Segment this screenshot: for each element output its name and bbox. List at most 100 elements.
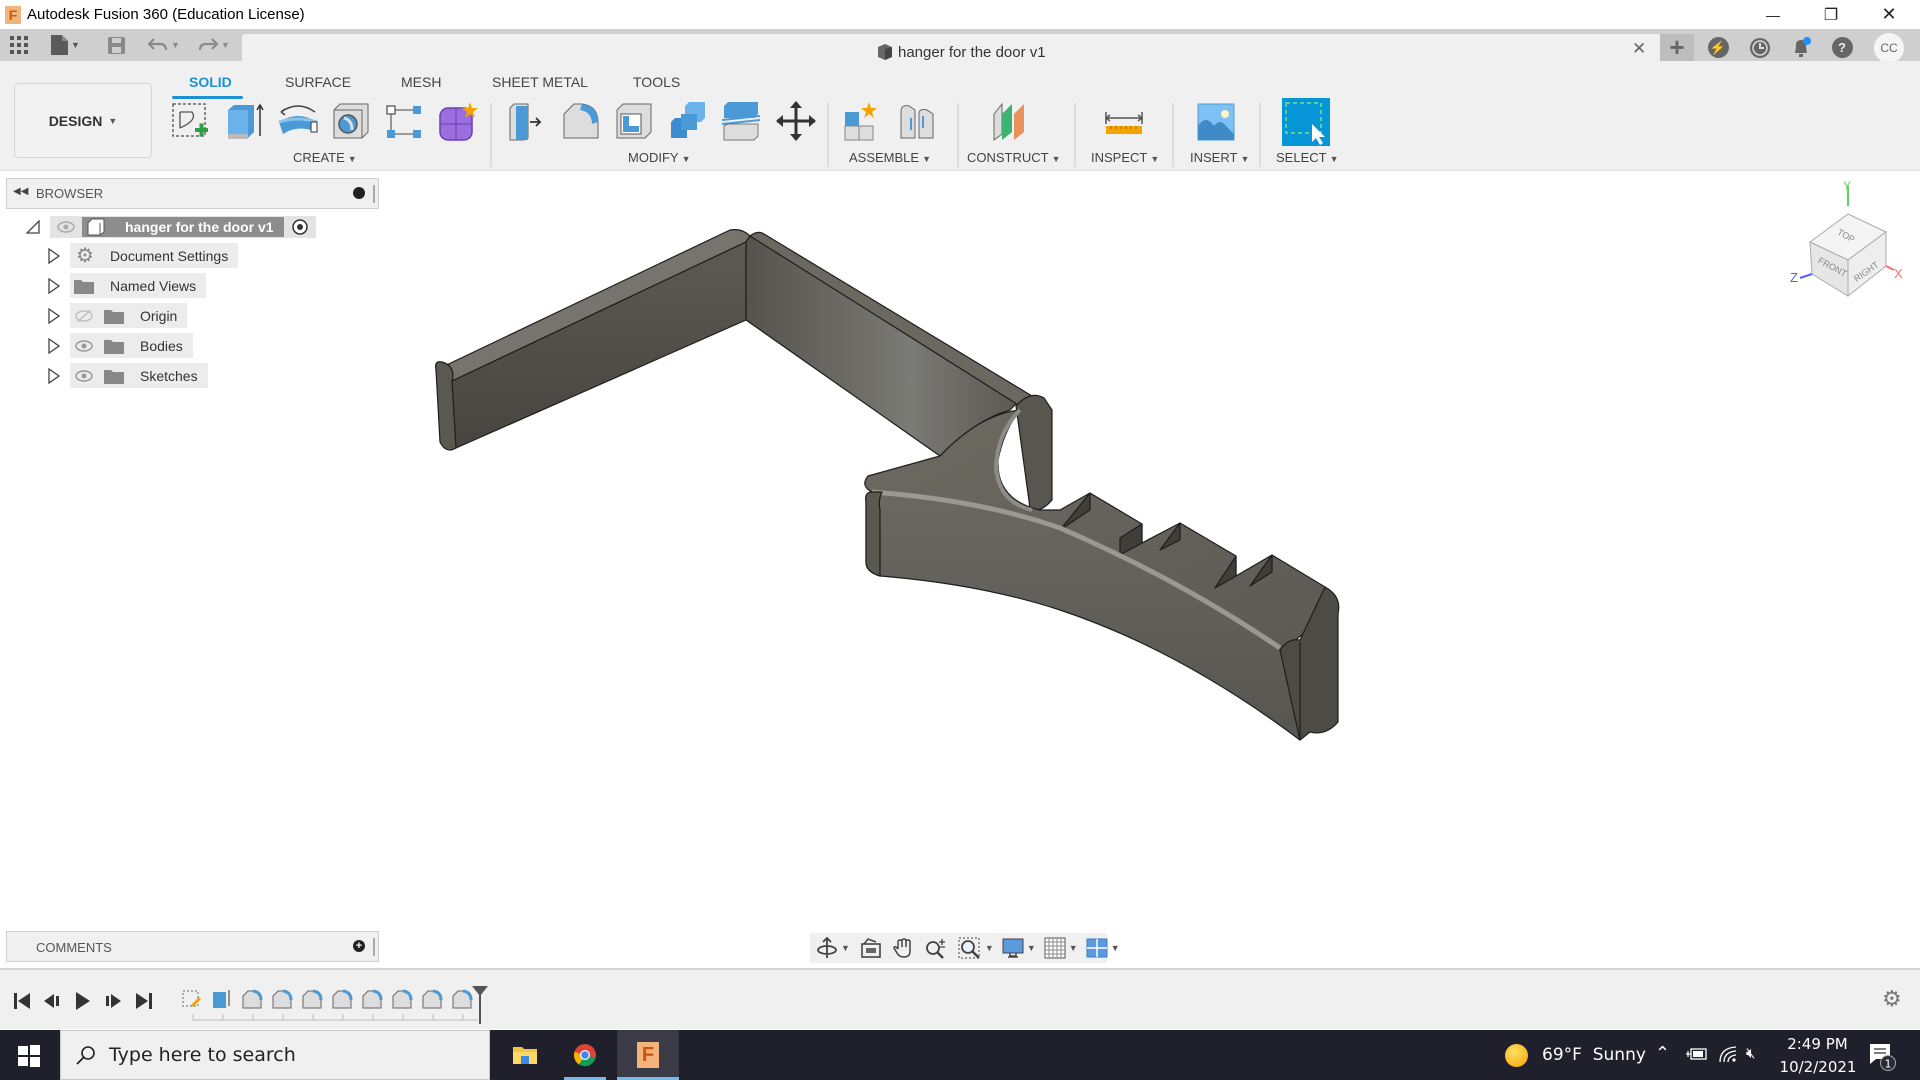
help-button[interactable]: ? xyxy=(1825,34,1859,61)
assemble-menu[interactable]: ASSEMBLE ▼ xyxy=(849,150,931,165)
collapse-panel-icon[interactable]: ◀◀ xyxy=(13,186,28,197)
revolve-button[interactable] xyxy=(277,100,319,142)
step-forward-button[interactable] xyxy=(102,990,124,1012)
look-at-button[interactable] xyxy=(860,936,882,960)
pan-button[interactable] xyxy=(892,936,914,960)
timeline-settings-button[interactable]: ⚙ xyxy=(1882,986,1902,1012)
extensions-button[interactable]: ⚡ xyxy=(1701,34,1735,61)
tab-solid[interactable]: SOLID xyxy=(189,74,232,90)
expand-triangle-icon[interactable] xyxy=(48,367,60,384)
insert-menu[interactable]: INSERT ▼ xyxy=(1190,150,1249,165)
measure-button[interactable] xyxy=(1103,100,1145,142)
chrome-taskbar-button[interactable] xyxy=(560,1030,610,1080)
save-button[interactable] xyxy=(108,33,125,57)
timeline-feature-fillet[interactable] xyxy=(422,989,443,1009)
press-pull-button[interactable] xyxy=(506,100,548,142)
undo-button[interactable]: ▼ xyxy=(148,33,180,57)
wifi-icon[interactable] xyxy=(1718,1044,1738,1064)
redo-button[interactable]: ▼ xyxy=(198,33,230,57)
weather-widget[interactable]: 69°F Sunny xyxy=(1542,1045,1646,1065)
tab-surface[interactable]: SURFACE xyxy=(285,74,351,90)
file-explorer-taskbar-button[interactable] xyxy=(500,1030,550,1080)
timeline-feature-fillet[interactable] xyxy=(332,989,353,1009)
offset-plane-button[interactable] xyxy=(990,100,1032,142)
zoom-button[interactable] xyxy=(924,936,948,960)
notifications-button[interactable] xyxy=(1784,34,1818,61)
panel-resize-handle[interactable] xyxy=(373,185,375,203)
job-status-button[interactable] xyxy=(1743,34,1777,61)
viewcube[interactable]: Y TOP FRONT RIGHT Z X xyxy=(1790,178,1910,298)
go-to-start-button[interactable] xyxy=(11,990,33,1012)
eye-hidden-icon[interactable] xyxy=(74,309,94,323)
timeline-feature-sketch[interactable] xyxy=(182,990,202,1008)
collapse-triangle-icon[interactable] xyxy=(26,219,40,234)
extrude-button[interactable] xyxy=(224,100,266,142)
tree-item-sketches[interactable]: Sketches xyxy=(48,363,208,388)
timeline-feature-fillet[interactable] xyxy=(242,989,263,1009)
close-tab-button[interactable]: ✕ xyxy=(1632,39,1646,59)
fit-button[interactable]: ▼ xyxy=(958,936,994,960)
timeline-feature-fillet[interactable] xyxy=(362,989,383,1009)
expand-triangle-icon[interactable] xyxy=(48,337,60,354)
split-face-button[interactable] xyxy=(720,100,762,142)
start-button[interactable] xyxy=(18,1045,40,1067)
display-settings-button[interactable]: ▼ xyxy=(1002,936,1036,960)
tree-item-bodies[interactable]: Bodies xyxy=(48,333,193,358)
timeline-marker[interactable] xyxy=(472,986,488,1024)
tree-item-document-settings[interactable]: ⚙ Document Settings xyxy=(48,243,239,268)
maximize-button[interactable]: ❐ xyxy=(1802,0,1860,29)
orbit-button[interactable]: ▼ xyxy=(816,936,850,960)
timeline-feature-fillet[interactable] xyxy=(452,989,473,1009)
timeline-feature-fillet[interactable] xyxy=(392,989,413,1009)
panel-resize-handle[interactable] xyxy=(373,938,375,956)
expand-triangle-icon[interactable] xyxy=(48,247,60,264)
clock-time[interactable]: 2:49 PM xyxy=(1785,1035,1850,1053)
expand-triangle-icon[interactable] xyxy=(48,307,60,324)
volume-muted-icon[interactable]: 🔇︎ xyxy=(1746,1044,1755,1062)
data-panel-button[interactable] xyxy=(10,33,28,57)
tab-tools[interactable]: TOOLS xyxy=(633,74,680,90)
workspace-switcher[interactable]: DESIGN ▼ xyxy=(14,83,152,158)
new-component-button[interactable] xyxy=(843,100,885,142)
tree-item-origin[interactable]: Origin xyxy=(48,303,188,328)
move-copy-button[interactable] xyxy=(775,100,817,142)
viewports-button[interactable]: ▼ xyxy=(1086,936,1120,960)
window-select-button[interactable] xyxy=(1282,98,1330,146)
minimize-button[interactable]: — xyxy=(1744,0,1802,29)
tab-sheet-metal[interactable]: SHEET METAL xyxy=(492,74,588,90)
add-comment-button[interactable]: + xyxy=(353,940,365,952)
fusion-taskbar-button[interactable]: F xyxy=(617,1030,679,1080)
go-to-end-button[interactable] xyxy=(133,990,155,1012)
create-sketch-button[interactable] xyxy=(170,100,212,142)
tab-mesh[interactable]: MESH xyxy=(401,74,441,90)
rectangular-pattern-button[interactable] xyxy=(383,100,425,142)
battery-icon[interactable] xyxy=(1686,1046,1708,1062)
hole-button[interactable] xyxy=(330,100,372,142)
expand-triangle-icon[interactable] xyxy=(48,277,60,294)
insert-canvas-button[interactable] xyxy=(1196,100,1238,142)
tree-item-named-views[interactable]: Named Views xyxy=(48,273,207,298)
file-menu-button[interactable]: ▼ xyxy=(51,33,80,57)
timeline-feature-fillet[interactable] xyxy=(302,989,323,1009)
create-menu[interactable]: CREATE ▼ xyxy=(293,150,357,165)
shell-button[interactable] xyxy=(613,100,655,142)
joint-button[interactable] xyxy=(897,100,939,142)
document-tab-title[interactable]: hanger for the door v1 xyxy=(876,43,1046,61)
tree-root[interactable]: hanger for the door v1 xyxy=(26,214,316,239)
eye-icon[interactable] xyxy=(74,339,94,353)
new-tab-button[interactable]: + xyxy=(1660,32,1694,62)
construct-menu[interactable]: CONSTRUCT ▼ xyxy=(967,150,1061,165)
step-back-button[interactable] xyxy=(41,990,63,1012)
activate-radio-icon[interactable] xyxy=(290,217,310,237)
timeline-feature-fillet[interactable] xyxy=(272,989,293,1009)
combine-button[interactable] xyxy=(667,100,709,142)
grid-settings-button[interactable]: ▼ xyxy=(1044,936,1078,960)
eye-icon[interactable] xyxy=(56,220,76,234)
inspect-menu[interactable]: INSPECT ▼ xyxy=(1091,150,1159,165)
user-account-button[interactable]: CC xyxy=(1872,32,1906,63)
timeline-feature-extrude[interactable] xyxy=(213,990,230,1008)
play-button[interactable] xyxy=(72,990,94,1012)
clock-date[interactable]: 10/2/2021 xyxy=(1778,1058,1858,1076)
show-hidden-icons-button[interactable]: ⌃ xyxy=(1655,1043,1670,1064)
modify-menu[interactable]: MODIFY ▼ xyxy=(628,150,690,165)
